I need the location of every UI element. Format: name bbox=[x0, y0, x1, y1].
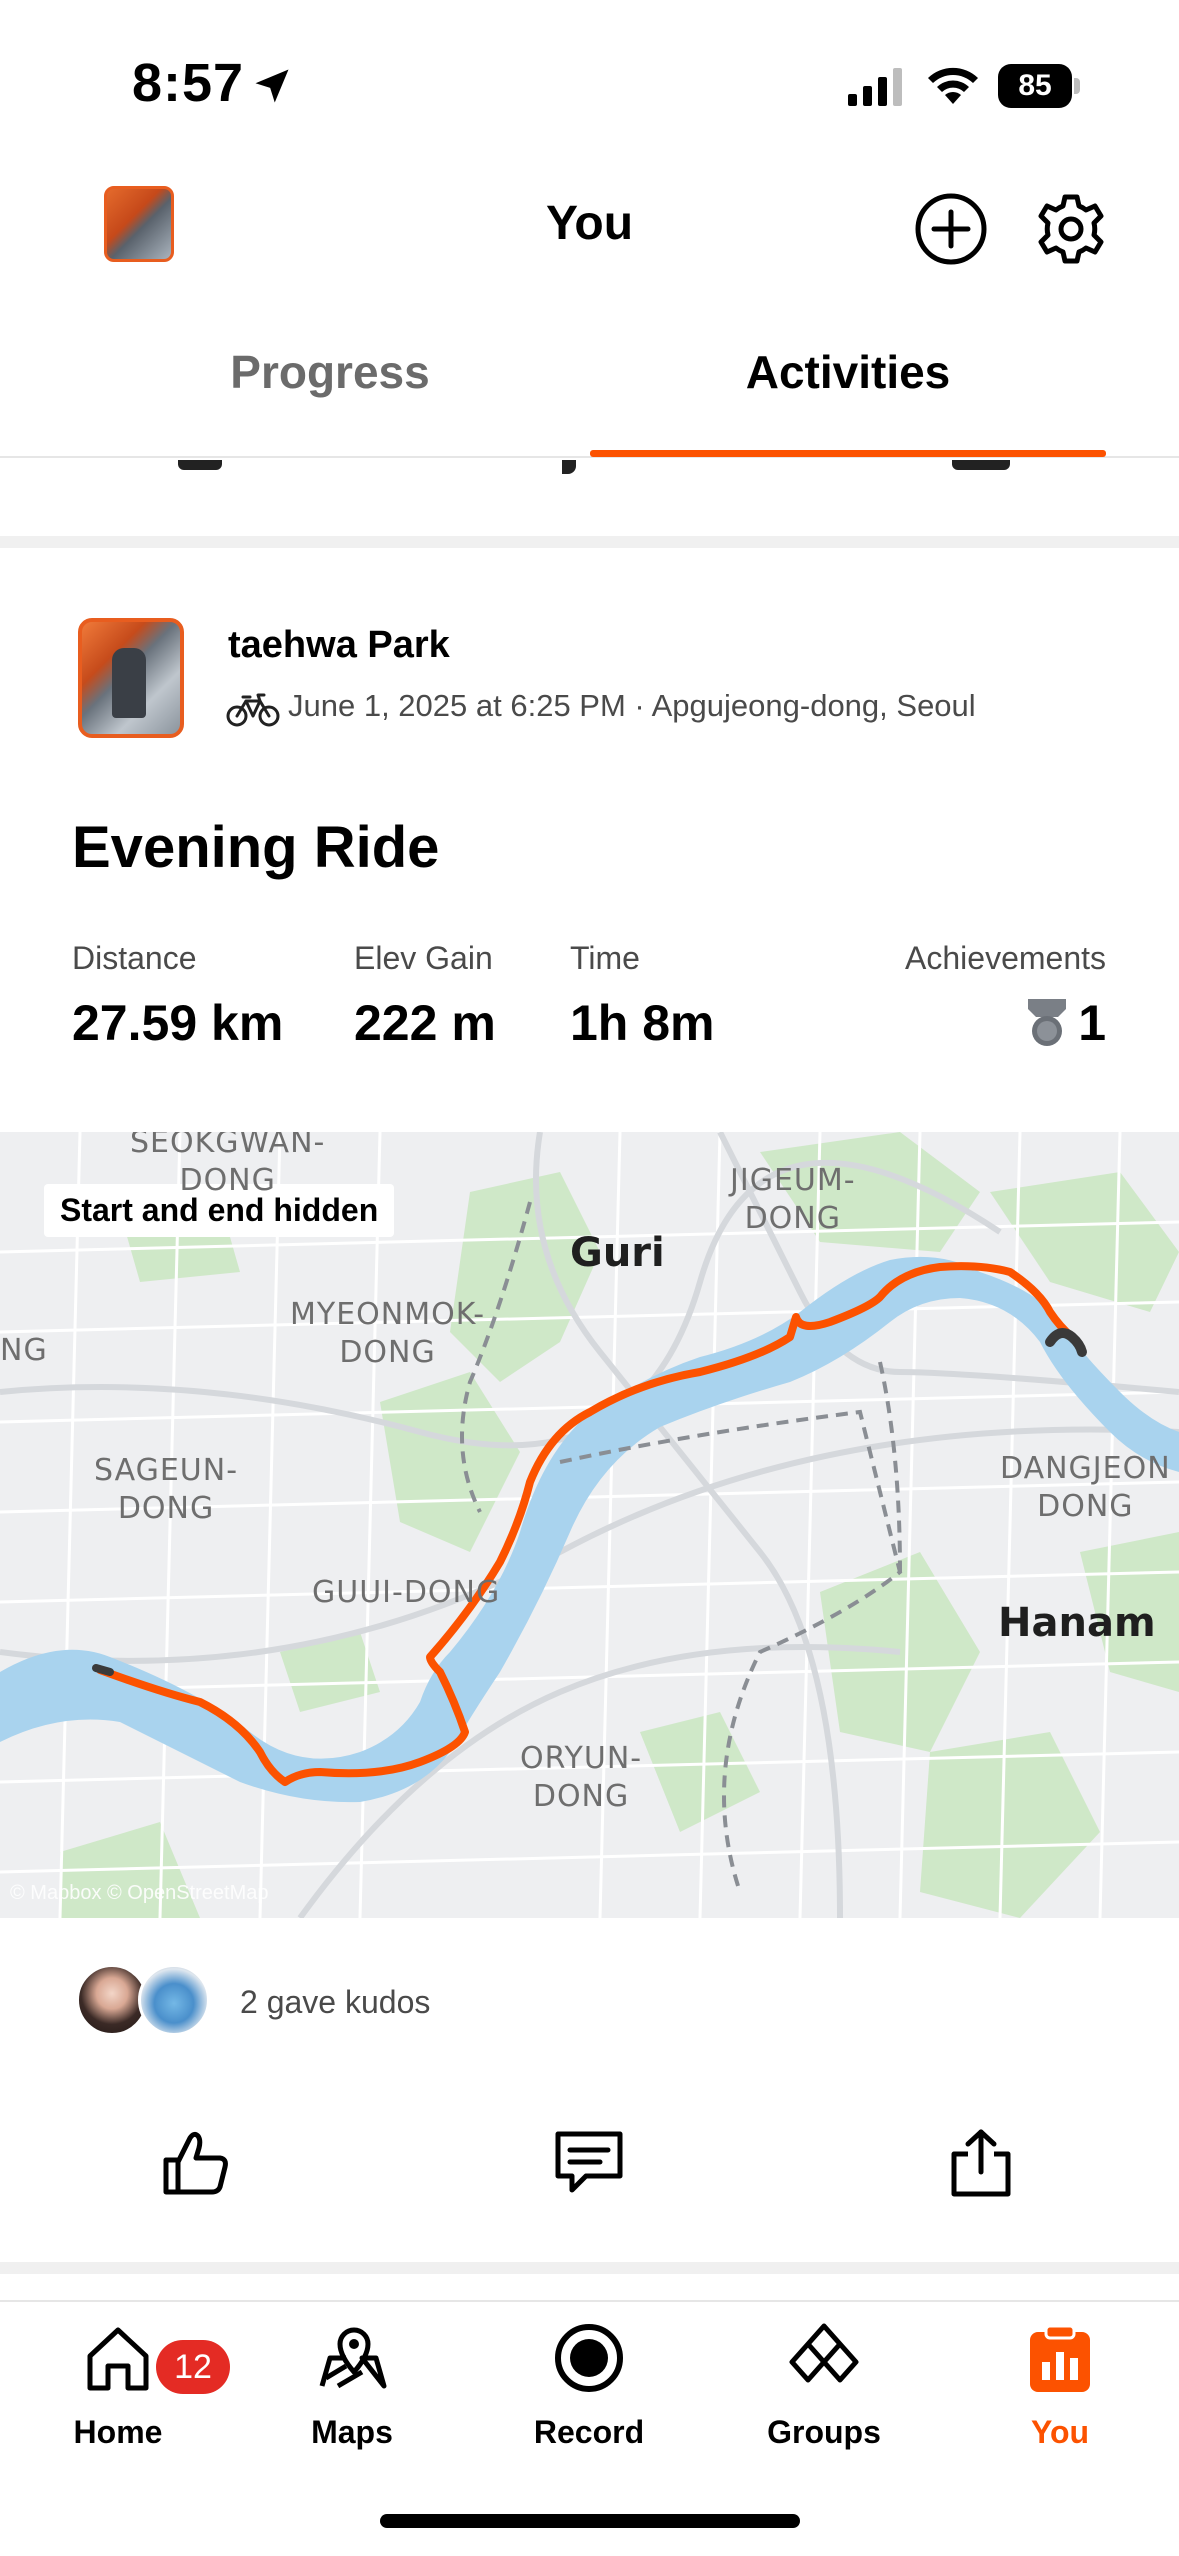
stat-elev-label: Elev Gain bbox=[354, 940, 493, 976]
bicycle-icon bbox=[226, 693, 280, 727]
home-indicator[interactable] bbox=[380, 2514, 800, 2528]
map-label-guri: Guri bbox=[570, 1230, 665, 1276]
map-pin-icon bbox=[319, 2327, 387, 2389]
notification-badge: 12 bbox=[156, 2340, 230, 2394]
stat-time-label: Time bbox=[570, 940, 640, 976]
nav-groups[interactable]: Groups bbox=[724, 2322, 924, 2472]
stat-distance-value: 27.59 km bbox=[72, 995, 284, 1051]
nav-home-label: Home bbox=[73, 2414, 163, 2450]
battery-level: 85 bbox=[998, 64, 1072, 108]
comment-icon[interactable] bbox=[552, 2126, 626, 2200]
nav-you[interactable]: You bbox=[960, 2322, 1160, 2472]
status-bar: 8:57 85 bbox=[0, 0, 1179, 170]
divider bbox=[0, 536, 1179, 548]
stat-time-value: 1h 8m bbox=[570, 995, 715, 1051]
stat-elev-value: 222 m bbox=[354, 995, 496, 1051]
map-label-ng: NG bbox=[0, 1333, 48, 1368]
activity-map[interactable]: Start and end hidden SEOKGWAN- DONG JIGE… bbox=[0, 1132, 1179, 1918]
nav-home[interactable]: 12 Home bbox=[18, 2322, 230, 2472]
activity-title[interactable]: Evening Ride bbox=[72, 814, 439, 881]
athlete-name[interactable]: taehwa Park bbox=[228, 624, 450, 667]
thumbs-up-icon[interactable] bbox=[158, 2126, 232, 2200]
kudos-avatar bbox=[138, 1964, 210, 2036]
header: You bbox=[0, 170, 1179, 320]
map-label-myeonmok: MYEONMOK- DONG bbox=[290, 1297, 486, 1370]
tab-activities[interactable]: Activities bbox=[588, 320, 1108, 458]
map-label-jigeum: JIGEUM- DONG bbox=[730, 1163, 856, 1236]
map-label-sageun: SAGEUN- DONG bbox=[94, 1453, 239, 1526]
nav-maps-label: Maps bbox=[311, 2414, 393, 2450]
map-label-oryun: ORYUN- DONG bbox=[520, 1741, 643, 1814]
stat-achievements[interactable]: 1 bbox=[1024, 994, 1106, 1052]
clipboard-chart-icon bbox=[1030, 2324, 1090, 2392]
route-hidden-start bbox=[92, 1664, 114, 1676]
gear-icon[interactable] bbox=[1034, 192, 1108, 266]
map-attribution[interactable]: © Mapbox © OpenStreetMap bbox=[10, 1882, 269, 1905]
divider bbox=[0, 2262, 1179, 2274]
nav-groups-label: Groups bbox=[767, 2414, 881, 2450]
trophy-icon bbox=[1028, 999, 1067, 1046]
nav-maps[interactable]: Maps bbox=[252, 2322, 452, 2472]
tab-progress[interactable]: Progress bbox=[70, 320, 590, 458]
kudos-count[interactable]: 2 gave kudos bbox=[240, 1984, 430, 2021]
map-label-dangjeong: DANGJEON DONG bbox=[1000, 1451, 1171, 1524]
active-tab-indicator bbox=[590, 450, 1106, 457]
stat-achievements-label: Achievements bbox=[905, 940, 1106, 976]
home-icon bbox=[87, 2327, 149, 2391]
record-icon bbox=[555, 2324, 623, 2392]
cellular-signal-icon bbox=[848, 68, 902, 106]
status-time: 8:57 bbox=[132, 53, 245, 113]
map-label-seokgwan: SEOKGWAN- DONG bbox=[130, 1132, 326, 1198]
activity-meta: June 1, 2025 at 6:25 PM · Apgujeong-dong… bbox=[288, 688, 976, 723]
battery-icon: 85 bbox=[998, 64, 1080, 108]
page-title: You bbox=[545, 197, 634, 250]
map-label-guui: GUUI-DONG bbox=[312, 1575, 501, 1610]
nav-record-label: Record bbox=[533, 2414, 645, 2450]
map-label-hanam: Hanam bbox=[998, 1600, 1156, 1646]
wifi-icon bbox=[928, 67, 978, 104]
groups-icon bbox=[789, 2323, 859, 2383]
share-icon[interactable] bbox=[944, 2126, 1018, 2200]
previous-activity-fragment bbox=[0, 460, 1179, 536]
tab-bar: Progress Activities bbox=[0, 320, 1179, 458]
nav-record[interactable]: Record bbox=[489, 2322, 689, 2472]
kudos-avatars[interactable] bbox=[76, 1964, 216, 2038]
nav-you-label: You bbox=[1030, 2414, 1090, 2450]
athlete-avatar[interactable] bbox=[78, 618, 184, 738]
location-arrow-icon bbox=[255, 69, 289, 103]
stat-distance-label: Distance bbox=[72, 940, 197, 976]
achievements-count: 1 bbox=[1078, 995, 1106, 1051]
add-circle-icon[interactable] bbox=[914, 192, 988, 266]
